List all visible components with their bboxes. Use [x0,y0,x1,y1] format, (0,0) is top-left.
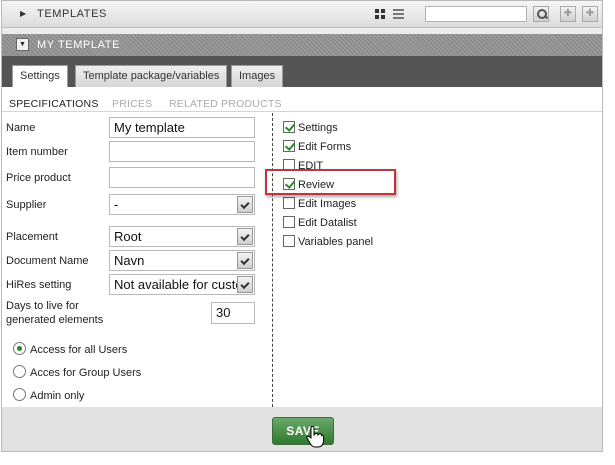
supplier-label: Supplier [6,199,47,211]
subtab-related-products[interactable]: RELATED PRODUCTS [169,98,282,110]
permission-edit-images-label: Edit Images [298,198,357,210]
supplier-value: - [114,197,119,212]
permission-settings[interactable]: Settings [283,121,338,134]
permission-edit-datalist[interactable]: Edit Datalist [283,216,357,229]
search-icon[interactable] [533,6,549,22]
subtab-divider [2,111,602,112]
tab-images[interactable]: Images [231,65,284,87]
footer-bar: SAVE [2,407,602,451]
name-field[interactable]: My template [109,117,255,138]
templates-search-input[interactable] [425,6,527,22]
add-alt-icon[interactable]: ✚ [582,6,598,22]
document-name-label: Document Name [6,255,89,267]
permission-edit-forms-label: Edit Forms [298,141,352,153]
days-to-live-field[interactable]: 30 [211,302,255,324]
chevron-down-icon[interactable] [237,252,253,269]
checkbox-checked-icon[interactable] [283,140,295,152]
admin-only-radio[interactable]: Admin only [13,388,84,402]
checkbox-icon[interactable] [283,216,295,228]
subtab-specifications[interactable]: SPECIFICATIONS [9,98,99,110]
expand-arrow-icon[interactable]: ▶ [20,9,26,18]
access-all-users-label: Access for all Users [30,344,128,356]
permission-edit-images[interactable]: Edit Images [283,197,356,210]
tab-settings[interactable]: Settings [12,65,68,88]
access-group-users-label: Acces for Group Users [30,367,142,379]
supplier-select[interactable]: - [109,194,255,215]
tab-template-package-variables[interactable]: Template package/variables [75,65,228,87]
save-button[interactable]: SAVE [272,417,334,445]
subtab-prices[interactable]: PRICES [112,98,152,110]
chevron-down-icon[interactable] [237,276,253,293]
template-editor-window: ▶ TEMPLATES ✚ ✚ ▼ MY TEMPLATE Settings T… [1,0,603,452]
hires-value: Not available for customer [114,277,255,292]
permission-edit-forms[interactable]: Edit Forms [283,140,351,153]
price-product-field[interactable] [109,167,255,188]
days-label-line1: Days to live for [6,300,79,312]
permission-variables-panel-label: Variables panel [298,236,374,248]
settings-content: SPECIFICATIONS PRICES RELATED PRODUCTS N… [2,87,602,407]
document-name-value: Navn [114,253,145,268]
checkbox-icon[interactable] [283,235,295,247]
column-divider [272,113,273,407]
hand-cursor-icon [306,426,324,448]
permission-settings-label: Settings [298,122,338,134]
radio-icon[interactable] [13,365,26,378]
price-product-label: Price product [6,172,71,184]
templates-title: TEMPLATES [37,8,107,20]
admin-only-label: Admin only [30,390,85,402]
document-name-select[interactable]: Navn [109,250,255,271]
review-highlight-box [265,169,396,195]
chevron-down-icon[interactable] [237,196,253,213]
placement-value: Root [114,229,142,244]
add-icon[interactable]: ✚ [560,6,576,22]
access-group-users-radio[interactable]: Acces for Group Users [13,365,141,379]
my-template-title: MY TEMPLATE [37,39,121,51]
permission-edit-datalist-label: Edit Datalist [298,217,357,229]
item-number-field[interactable] [109,141,255,162]
tab-bar: Settings Template package/variables Imag… [2,56,602,88]
days-label-line2: generated elements [6,314,104,326]
permission-variables-panel[interactable]: Variables panel [283,235,373,248]
my-template-header: ▼ MY TEMPLATE [2,34,602,56]
checkbox-checked-icon[interactable] [283,121,295,133]
grid-view-icon[interactable] [375,9,385,19]
name-label: Name [6,122,36,134]
hires-select[interactable]: Not available for customer [109,274,255,295]
collapse-toggle-icon[interactable]: ▼ [16,38,29,51]
templates-bar: ▶ TEMPLATES ✚ ✚ [2,1,602,28]
placement-label: Placement [6,231,58,243]
hires-label: HiRes setting [6,279,72,291]
list-view-icon[interactable] [393,9,404,19]
checkbox-icon[interactable] [283,197,295,209]
placement-select[interactable]: Root [109,226,255,247]
radio-icon[interactable] [13,388,26,401]
radio-selected-icon[interactable] [13,342,26,355]
access-all-users-radio[interactable]: Access for all Users [13,342,127,356]
chevron-down-icon[interactable] [237,228,253,245]
item-number-label: Item number [6,146,68,158]
